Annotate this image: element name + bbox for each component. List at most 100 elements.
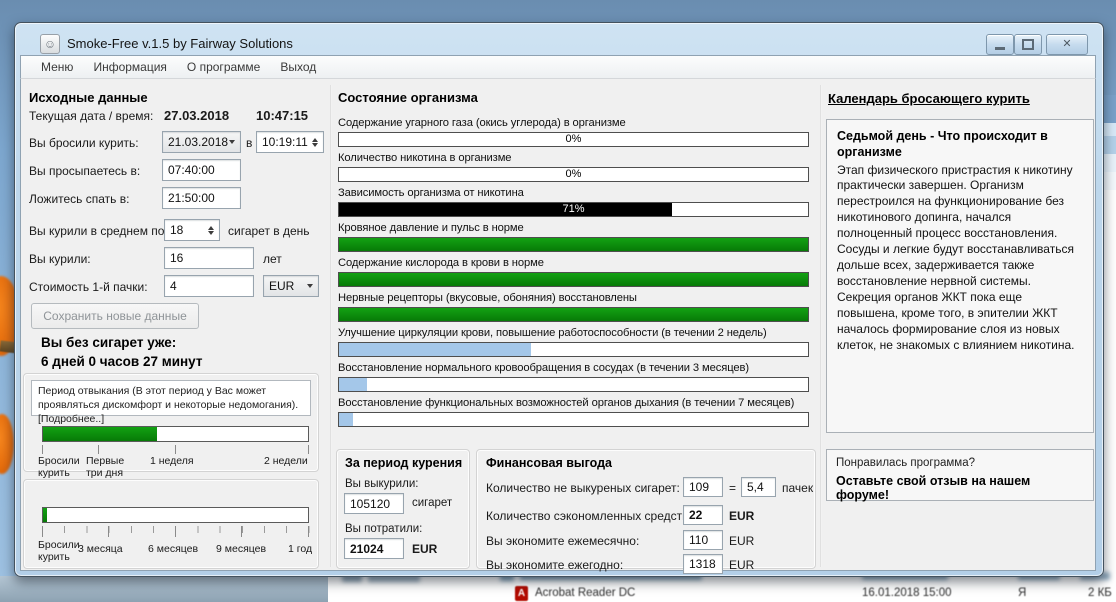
avg-cigarettes-value: 18 — [170, 223, 183, 237]
bar-value: 71% — [339, 203, 808, 216]
tick-label: 9 месяцев — [216, 544, 266, 556]
title-bar[interactable]: ☺ Smoke-Free v.1.5 by Fairway Solutions … — [15, 23, 1103, 55]
bar-nicotine-amount: Количество никотина в организме 0% — [338, 152, 809, 182]
quit-date-combobox[interactable]: 21.03.2018 — [162, 131, 241, 153]
menu-item-about[interactable]: О программе — [177, 57, 270, 77]
smoking-period-groupbox: За период курения Вы выкурили: 105120 си… — [336, 449, 470, 569]
spinner-buttons-icon[interactable] — [312, 138, 318, 147]
monthly-value: 110 — [689, 533, 708, 547]
quit-date-value: 21.03.2018 — [168, 135, 228, 149]
progress-bar: 0% — [338, 167, 809, 182]
column-divider — [820, 85, 822, 567]
maximize-button[interactable] — [1014, 34, 1042, 55]
calendar-entry-title: Седьмой день - Что происходит в организм… — [837, 128, 1083, 161]
current-date-value: 27.03.2018 — [164, 108, 229, 123]
yearly-currency: EUR — [729, 558, 754, 572]
acrobat-file-icon: A — [515, 586, 528, 601]
file-size: 2 КБ — [1088, 587, 1112, 599]
column-divider — [330, 85, 332, 567]
wake-time-label: Вы просыпаетесь в: — [29, 164, 140, 178]
file-date: 16.01.2018 15:00 — [862, 587, 952, 599]
spinner-buttons-icon[interactable] — [208, 226, 214, 235]
bar-value: 0% — [339, 168, 808, 181]
currency-value: EUR — [269, 279, 294, 293]
not-smoked-label: Количество не выкуреных сигарет: — [486, 481, 680, 495]
bar-label: Улучшение циркуляции крови, повышение ра… — [338, 327, 809, 341]
calendar-title: Календарь бросающего курить — [828, 91, 1030, 106]
yearly-field[interactable]: 1318 — [683, 554, 723, 574]
avg-cigarettes-label: Вы курили в среднем по: — [29, 224, 168, 238]
close-button[interactable]: ✕ — [1046, 34, 1088, 55]
saved-currency: EUR — [729, 509, 754, 523]
avg-cigarettes-spinner[interactable]: 18 — [164, 219, 220, 241]
quit-time-value: 10:19:11 — [262, 135, 308, 149]
saved-value: 22 — [689, 508, 702, 522]
progress-bar — [338, 342, 809, 357]
yearly-label: Вы экономите ежегодно: — [486, 558, 623, 572]
feedback-question: Понравилась программа? — [836, 457, 1084, 469]
pack-price-label: Стоимость 1-й пачки: — [29, 280, 148, 294]
sleep-time-field[interactable]: 21:50:00 — [162, 187, 241, 209]
tick-mark — [42, 445, 43, 454]
currency-combobox[interactable]: EUR — [263, 275, 319, 297]
tick-label: 2 недели — [264, 456, 324, 468]
withdrawal-note: Период отвыкания (В этот период у Вас мо… — [31, 380, 311, 416]
tick-label: 6 месяцев — [148, 544, 198, 556]
not-smoked-field[interactable]: 109 — [683, 477, 723, 497]
spent-amount-field[interactable]: 21024 — [344, 538, 404, 559]
bar-label: Содержание угарного газа (окись углерода… — [338, 117, 809, 131]
details-link[interactable]: [Подробнее..] — [38, 413, 104, 425]
spent-currency: EUR — [412, 542, 437, 556]
not-smoked-value: 109 — [689, 480, 709, 494]
smoking-years-field[interactable]: 16 — [164, 247, 254, 269]
menu-item-menu[interactable]: Меню — [31, 57, 83, 77]
pack-price-field[interactable]: 4 — [164, 275, 254, 297]
bar-label: Восстановление функциональных возможност… — [338, 397, 809, 411]
progress-bar: 0% — [338, 132, 809, 147]
progress-bar — [338, 272, 809, 287]
bar-blood-circulation: Улучшение циркуляции крови, повышение ра… — [338, 327, 809, 357]
progress-bar — [338, 377, 809, 392]
bar-vessel-recovery: Восстановление нормального кровообращени… — [338, 362, 809, 392]
monthly-currency: EUR — [729, 534, 754, 548]
minimize-button[interactable] — [986, 34, 1014, 55]
save-data-button[interactable]: Сохранить новые данные — [31, 303, 199, 329]
file-name: Acrobat Reader DC — [535, 587, 635, 599]
bar-label: Содержание кислорода в крови в норме — [338, 257, 809, 271]
tick-mark — [175, 526, 176, 537]
packs-field[interactable]: 5,4 — [741, 477, 776, 497]
pack-price-value: 4 — [170, 279, 177, 293]
bar-label: Нервные рецепторы (вкусовые, обоняния) в… — [338, 292, 809, 306]
tick-label: Бросили курить — [38, 540, 82, 563]
body-state-title: Состояние организма — [338, 90, 478, 105]
bar-carbon-monoxide: Содержание угарного газа (окись углерода… — [338, 117, 809, 147]
sleep-time-label: Ложитесь спать в: — [29, 192, 129, 206]
chevron-down-icon — [307, 284, 313, 288]
feedback-cta[interactable]: Оставьте свой отзыв на нашем форуме! — [836, 474, 1084, 502]
menu-bar: Меню Информация О программе Выход — [20, 55, 1096, 79]
tick-mark — [108, 526, 109, 537]
menu-item-information[interactable]: Информация — [83, 57, 176, 77]
quit-time-spinner[interactable]: 10:19:11 — [256, 131, 324, 153]
tick-mark — [308, 526, 309, 537]
save-data-button-label: Сохранить новые данные — [43, 309, 187, 323]
quit-date-label: Вы бросили курить: — [29, 136, 139, 150]
tick-mark — [98, 445, 99, 454]
chevron-down-icon — [229, 140, 235, 144]
smoked-count-field[interactable]: 105120 — [344, 493, 404, 514]
close-icon: ✕ — [1062, 39, 1071, 50]
wake-time-field[interactable]: 07:40:00 — [162, 159, 241, 181]
tick-label: Бросили курить — [38, 456, 82, 479]
bar-label: Восстановление нормального кровообращени… — [338, 362, 809, 376]
spent-label: Вы потратили: — [345, 523, 422, 535]
monthly-label: Вы экономите ежемесячно: — [486, 534, 639, 548]
monthly-field[interactable]: 110 — [683, 530, 723, 550]
maximize-icon — [1022, 39, 1034, 50]
yearly-value: 1318 — [689, 557, 716, 571]
file-type: Я — [1018, 587, 1026, 599]
desktop-bottom-strip — [0, 576, 336, 602]
current-datetime-label: Текущая дата / время: — [29, 109, 153, 123]
quit-in-label: в — [246, 136, 252, 150]
menu-item-exit[interactable]: Выход — [270, 57, 326, 77]
saved-field[interactable]: 22 — [683, 505, 723, 525]
